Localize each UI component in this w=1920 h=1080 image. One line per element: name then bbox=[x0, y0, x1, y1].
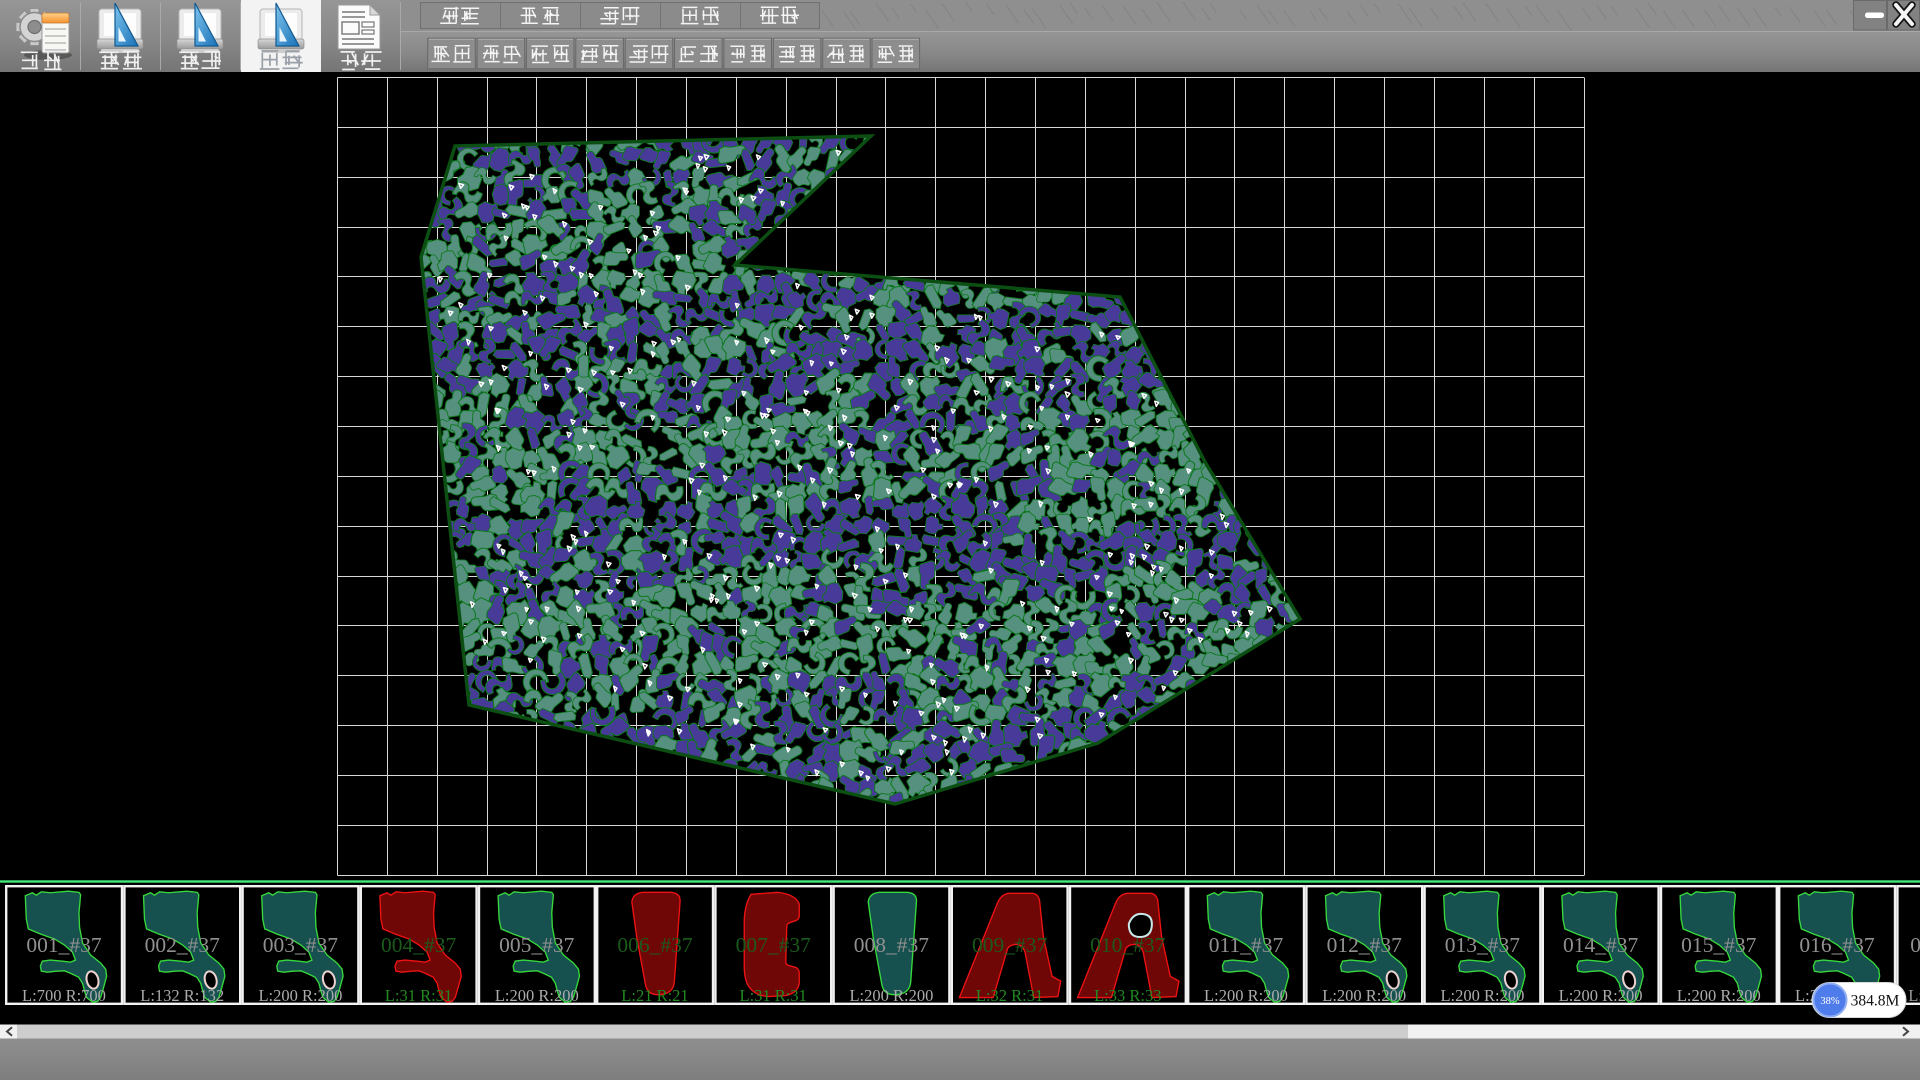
svg-text:L:200 R:200: L:200 R:200 bbox=[1440, 986, 1524, 1005]
svg-text:014_#37: 014_#37 bbox=[1563, 933, 1639, 957]
svg-text:L:200 R:200: L:200 R:200 bbox=[1559, 986, 1643, 1005]
svg-text:007_#37: 007_#37 bbox=[736, 933, 812, 957]
svg-text:L:31 R:31: L:31 R:31 bbox=[385, 986, 452, 1005]
svg-text:L:200 R:200: L:200 R:200 bbox=[495, 986, 579, 1005]
svg-text:004_#37: 004_#37 bbox=[381, 933, 457, 957]
svg-text:008_#37: 008_#37 bbox=[854, 933, 930, 957]
svg-text:L:32 R:31: L:32 R:31 bbox=[976, 986, 1043, 1005]
svg-text:38%: 38% bbox=[1820, 996, 1840, 1007]
svg-text:015_#37: 015_#37 bbox=[1681, 933, 1757, 957]
svg-text:384.8M: 384.8M bbox=[1851, 993, 1900, 1010]
svg-text:011_#37: 011_#37 bbox=[1209, 933, 1284, 957]
svg-text:003_#37: 003_#37 bbox=[263, 933, 339, 957]
svg-text:L:200 R:200: L:200 R:200 bbox=[849, 986, 933, 1005]
svg-text:010_#37: 010_#37 bbox=[1090, 933, 1166, 957]
svg-text:009_#37: 009_#37 bbox=[972, 933, 1048, 957]
svg-text:L:200 R:200: L:200 R:200 bbox=[1322, 986, 1406, 1005]
svg-text:L:132 R:132: L:132 R:132 bbox=[140, 986, 224, 1005]
svg-text:L:: L: bbox=[1908, 986, 1920, 1005]
svg-text:L:200 R:200: L:200 R:200 bbox=[1204, 986, 1288, 1005]
svg-text:006_#37: 006_#37 bbox=[617, 933, 693, 957]
svg-text:012_#37: 012_#37 bbox=[1327, 933, 1403, 957]
svg-text:L:200 R:200: L:200 R:200 bbox=[258, 986, 342, 1005]
svg-text:002_#37: 002_#37 bbox=[145, 933, 221, 957]
svg-text:L:31 R:31: L:31 R:31 bbox=[740, 986, 807, 1005]
svg-text:013_#37: 013_#37 bbox=[1445, 933, 1521, 957]
svg-text:L:700 R:700: L:700 R:700 bbox=[22, 986, 106, 1005]
svg-text:016_#37: 016_#37 bbox=[1799, 933, 1875, 957]
svg-text:L:33 R:33: L:33 R:33 bbox=[1094, 986, 1161, 1005]
svg-text:L:21 R:21: L:21 R:21 bbox=[621, 986, 688, 1005]
svg-text:0: 0 bbox=[1910, 933, 1920, 957]
svg-text:005_#37: 005_#37 bbox=[499, 933, 575, 957]
svg-text:L:200 R:200: L:200 R:200 bbox=[1677, 986, 1761, 1005]
svg-text:001_#37: 001_#37 bbox=[26, 933, 102, 957]
